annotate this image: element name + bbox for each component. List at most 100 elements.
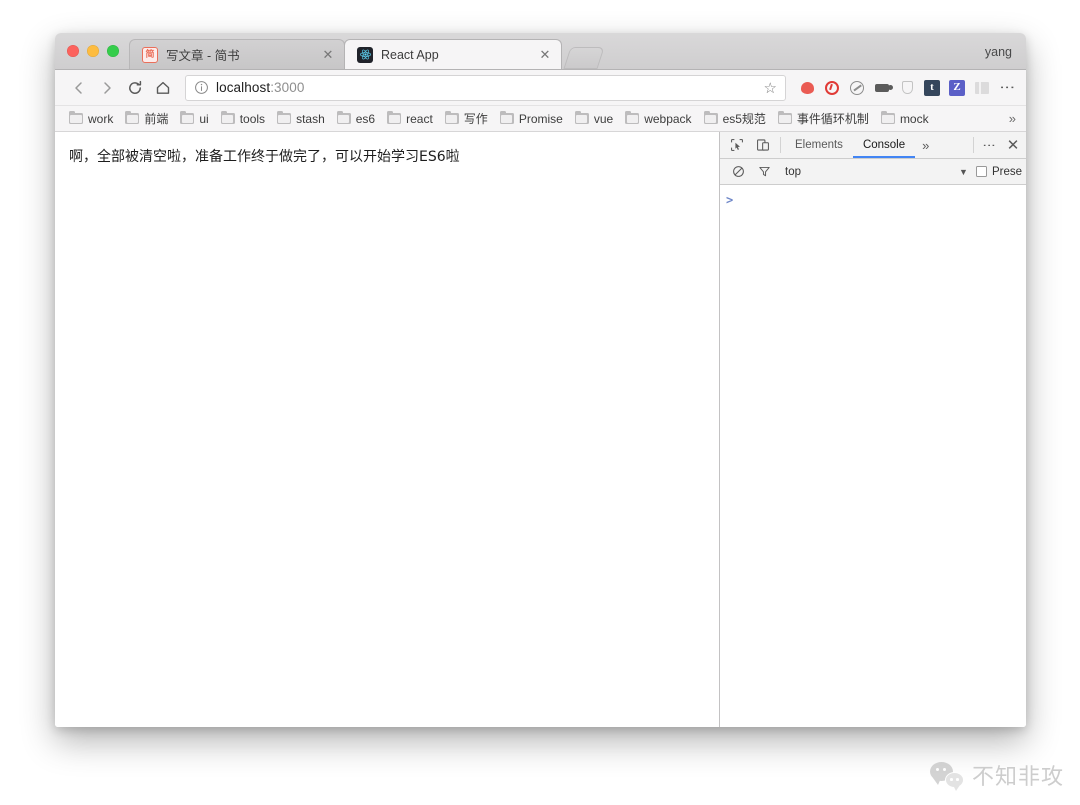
bookmark-label: tools (239, 111, 266, 126)
folder-icon (880, 110, 895, 124)
red-blob-extension-icon[interactable] (796, 77, 818, 99)
devtools-panel: Elements Console » ⋮ ✕ top ▼ Prese > (719, 132, 1026, 727)
tab-elements[interactable]: Elements (785, 132, 853, 158)
tab-title: React App (381, 47, 439, 62)
react-favicon (357, 46, 373, 63)
url-text: localhost:3000 (216, 80, 304, 95)
minimize-window-button[interactable] (87, 45, 99, 57)
page-body-text: 啊，全部被清空啦，准备工作终于做完了，可以开始学习ES6啦 (69, 149, 460, 165)
bookmark-event-loop[interactable]: 事件循环机制 (772, 109, 875, 129)
bookmark-stash[interactable]: stash (271, 109, 331, 129)
opera-o-extension-icon[interactable] (821, 77, 843, 99)
folder-icon (336, 110, 351, 124)
shield-extension-icon[interactable] (896, 77, 918, 99)
bookmark-mock[interactable]: mock (875, 109, 935, 129)
bookmark-label: react (406, 111, 433, 126)
browser-toolbar: localhost:3000 ☆ t Z ⋮ (55, 70, 1026, 106)
camera-extension-icon[interactable] (871, 77, 893, 99)
window-controls (55, 45, 129, 69)
bookmark-label: es6 (355, 111, 376, 126)
address-bar[interactable]: localhost:3000 ☆ (185, 74, 786, 101)
chevron-down-icon[interactable]: ▼ (959, 167, 976, 177)
tab-close-button[interactable]: ✕ (320, 47, 336, 63)
folder-icon (387, 110, 402, 124)
bookmarks-overflow-button[interactable]: » (1009, 111, 1020, 126)
folder-icon (444, 110, 459, 124)
folder-icon (625, 110, 640, 124)
console-prompt-caret: > (726, 193, 734, 207)
devtools-menu-icon[interactable]: ⋮ (978, 132, 1000, 158)
tab-jianshu[interactable]: 简 写文章 - 简书 ✕ (129, 39, 345, 69)
devtools-close-icon[interactable]: ✕ (1000, 132, 1026, 158)
chrome-menu-icon[interactable]: ⋮ (996, 77, 1018, 99)
home-button[interactable] (149, 74, 177, 102)
reload-button[interactable] (121, 74, 149, 102)
page-viewport: 啊，全部被清空啦，准备工作终于做完了，可以开始学习ES6啦 (55, 132, 719, 727)
bookmark-es5-spec[interactable]: es5规范 (698, 109, 772, 129)
bookmark-react[interactable]: react (381, 109, 439, 129)
bookmark-tools[interactable]: tools (215, 109, 271, 129)
bookmark-label: ui (199, 111, 209, 126)
tab-console[interactable]: Console (853, 132, 915, 158)
bookmark-label: work (88, 111, 114, 126)
folder-icon (220, 110, 235, 124)
jianshu-favicon: 简 (142, 46, 158, 63)
clear-console-icon[interactable] (725, 165, 751, 178)
console-context-selector[interactable]: top (777, 166, 801, 178)
bookmark-label: 事件循环机制 (796, 112, 869, 126)
devtools-tabbar: Elements Console » ⋮ ✕ (720, 132, 1026, 159)
preserve-log-checkbox[interactable] (975, 166, 987, 177)
bars-extension-icon[interactable] (971, 77, 993, 99)
tumblr-letter: t (924, 79, 940, 96)
back-button[interactable] (65, 74, 93, 102)
browser-window: 简 写文章 - 简书 ✕ React App ✕ yang localhost:… (55, 33, 1026, 727)
close-window-button[interactable] (67, 45, 79, 57)
bookmark-es6[interactable]: es6 (331, 109, 381, 129)
bookmark-label: stash (296, 111, 325, 126)
profile-name[interactable]: yang (985, 45, 1026, 69)
zotero-letter: Z (949, 79, 965, 96)
new-tab-button[interactable] (563, 47, 605, 69)
circle-slash-extension-icon[interactable] (846, 77, 868, 99)
folder-icon (69, 110, 83, 124)
toolbar-divider (780, 137, 781, 153)
folder-icon (125, 110, 140, 124)
folder-icon (499, 110, 514, 124)
tumblr-extension-icon[interactable]: t (921, 77, 943, 99)
forward-button[interactable] (93, 74, 121, 102)
filter-funnel-icon[interactable] (751, 165, 777, 178)
info-circle-icon[interactable] (194, 80, 209, 95)
url-host: localhost (216, 80, 271, 95)
tabs-container: 简 写文章 - 简书 ✕ React App ✕ (129, 39, 985, 69)
bookmark-label: vue (593, 111, 614, 126)
bookmark-label: es5规范 (722, 112, 766, 126)
bookmark-frontend[interactable]: 前端 (119, 109, 174, 129)
bookmark-label: mock (899, 111, 929, 126)
watermark-text: 不知非攻 (971, 765, 1064, 790)
bookmark-label: 写作 (463, 112, 488, 126)
devtools-more-tabs-button[interactable]: » (915, 132, 936, 158)
url-port: :3000 (270, 80, 305, 95)
bookmarks-bar: work 前端 ui tools stash es6 react 写作 Prom… (55, 106, 1026, 132)
tab-close-button[interactable]: ✕ (537, 47, 553, 63)
zotero-extension-icon[interactable]: Z (946, 77, 968, 99)
bookmark-star-icon[interactable]: ☆ (758, 79, 777, 97)
bookmark-writing[interactable]: 写作 (439, 109, 494, 129)
console-prompt-row[interactable]: > (720, 191, 1026, 209)
bookmark-webpack[interactable]: webpack (619, 109, 697, 129)
bookmark-vue[interactable]: vue (569, 109, 619, 129)
bookmark-work[interactable]: work (63, 109, 119, 129)
tab-react-app[interactable]: React App ✕ (344, 39, 562, 69)
inspect-element-icon[interactable] (724, 132, 750, 158)
bookmark-label: 前端 (144, 112, 169, 126)
content-area: 啊，全部被清空啦，准备工作终于做完了，可以开始学习ES6啦 Elements C… (55, 132, 1026, 727)
console-output[interactable]: > (720, 185, 1026, 727)
device-toolbar-icon[interactable] (750, 132, 776, 158)
bookmark-promise[interactable]: Promise (494, 109, 569, 129)
extensions-area: t Z ⋮ (792, 77, 1018, 99)
toolbar-divider (973, 137, 974, 153)
maximize-window-button[interactable] (107, 45, 119, 57)
folder-icon (180, 110, 195, 124)
watermark: 不知非攻 (929, 759, 1064, 791)
bookmark-ui[interactable]: ui (174, 109, 214, 129)
